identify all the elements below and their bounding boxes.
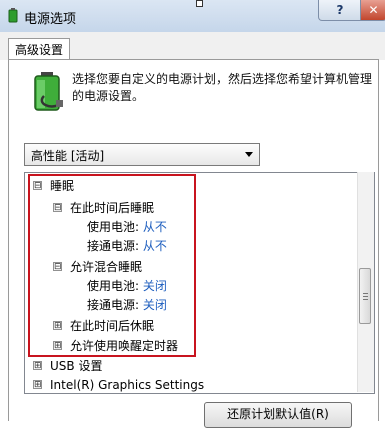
power-options-icon (8, 8, 18, 23)
grip-line (363, 299, 368, 300)
highlight-box (28, 174, 196, 357)
resize-handle[interactable] (196, 0, 203, 7)
tree-item-usb-settings[interactable]: ⊞ USB 设置 (33, 357, 102, 376)
expand-icon[interactable]: ⊞ (33, 380, 42, 390)
title-bar: 电源选项 ? ✕ (0, 0, 385, 33)
scrollbar-thumb[interactable] (359, 268, 371, 324)
restore-defaults-button[interactable]: 还原计划默认值(R) (204, 402, 352, 428)
tab-advanced-settings[interactable]: 高级设置 (8, 38, 71, 61)
help-button[interactable]: ? (318, 0, 362, 21)
window-title: 电源选项 (24, 12, 77, 27)
tree-item-intel-graphics[interactable]: ⊞ Intel(R) Graphics Settings (33, 376, 205, 393)
expand-icon[interactable]: ⊞ (33, 361, 42, 371)
grip-line (363, 293, 368, 294)
tree-item-label: Intel(R) Graphics Settings (50, 378, 205, 392)
tree-item-label: USB 设置 (50, 359, 103, 373)
chevron-down-icon (245, 152, 253, 157)
close-button[interactable]: ✕ (360, 0, 385, 21)
grip-line (363, 296, 368, 297)
power-plan-value: 高性能 [活动] (31, 149, 105, 163)
power-plan-select[interactable]: 高性能 [活动] (24, 143, 260, 166)
battery-plug-icon (34, 72, 63, 111)
tab-strip: 高级设置 (0, 32, 385, 61)
description-text: 选择您要自定义的电源计划，然后选择您希望计算机管理的电源设置。 (72, 72, 373, 103)
